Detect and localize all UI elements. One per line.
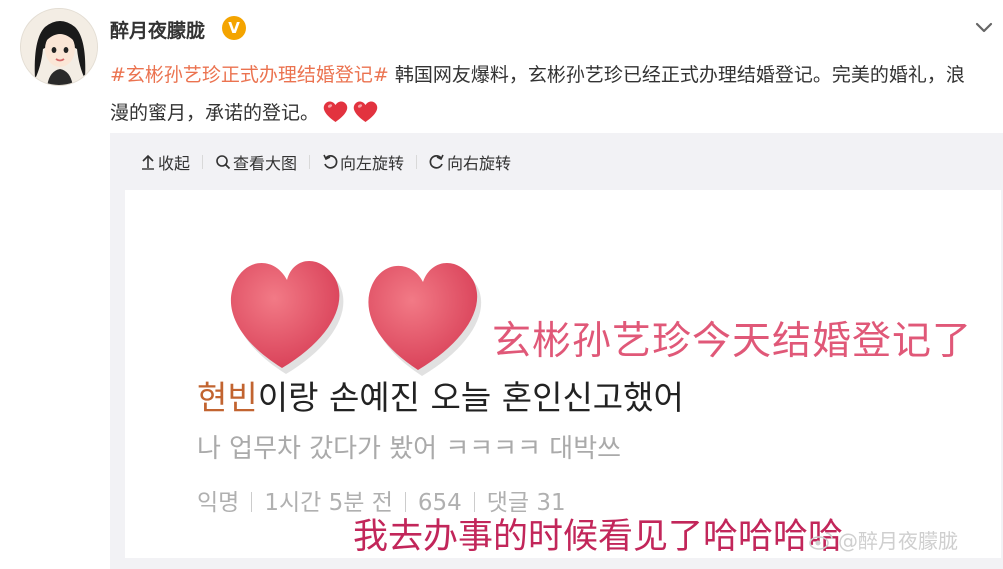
avatar[interactable] [20, 8, 98, 86]
collapse-label: 收起 [158, 154, 191, 173]
toolbar-divider [309, 155, 311, 169]
view-large-button[interactable]: 查看大图 [215, 150, 297, 174]
collapse-button[interactable]: 收起 [140, 150, 190, 174]
image-meta-author: 익명 [197, 490, 240, 516]
image-korean-line2: 나 업무차 갔다가 봤어 ㅋㅋㅋㅋ 대박쓰 [197, 434, 622, 464]
media-preview-panel: 收起 查看大图 向左旋转 向右旋转 玄彬孙艺珍今天结婚登记了 현빈이랑 손예진 … [110, 133, 1003, 569]
image-watermark: @醉月夜朦胧 [808, 525, 958, 554]
image-toolbar: 收起 查看大图 向左旋转 向右旋转 [140, 150, 511, 174]
chevron-down-icon [975, 22, 993, 33]
rotate-left-label: 向左旋转 [340, 154, 405, 173]
view-large-label: 查看大图 [233, 154, 298, 173]
rotate-left-button[interactable]: 向左旋转 [322, 150, 404, 174]
hashtag-link[interactable]: #玄彬孙艺珍正式办理结婚登记# [110, 64, 389, 86]
rotate-left-icon [323, 154, 338, 169]
image-watermark-text: @醉月夜朦胧 [838, 529, 958, 553]
image-caption: 我去办事的时候看见了哈哈哈哈 [353, 517, 844, 557]
arrow-up-icon [142, 154, 154, 170]
magnifier-icon [216, 155, 231, 170]
heart-emoji-icon [322, 98, 349, 122]
image-korean-line1-rest: 이랑 손예진 오늘 혼인신고했어 [257, 378, 684, 417]
rotate-right-button[interactable]: 向右旋转 [429, 150, 511, 174]
verified-badge-icon: V [222, 16, 246, 40]
weibo-logo-icon [809, 531, 833, 550]
rotate-right-label: 向右旋转 [447, 154, 512, 173]
avatar-illustration [21, 9, 97, 85]
meta-divider [251, 492, 253, 512]
username[interactable]: 醉月夜朦胧 [110, 16, 205, 43]
image-korean-line1: 현빈이랑 손예진 오늘 혼인신고했어 [197, 371, 684, 419]
post-image[interactable]: 玄彬孙艺珍今天结婚登记了 현빈이랑 손예진 오늘 혼인신고했어 나 업무차 갔다… [125, 190, 1001, 558]
toolbar-divider [416, 155, 418, 169]
post-text: #玄彬孙艺珍正式办理结婚登记# 韩国网友爆料，玄彬孙艺珍已经正式办理结婚登记。完… [110, 56, 970, 132]
image-korean-name: 현빈 [197, 378, 258, 417]
toolbar-divider [202, 155, 204, 169]
rotate-right-icon [429, 154, 444, 169]
heart-emoji-icon [352, 98, 379, 122]
image-headline: 玄彬孙艺珍今天结婚登记了 [492, 319, 973, 364]
more-options-button[interactable] [967, 10, 1001, 44]
